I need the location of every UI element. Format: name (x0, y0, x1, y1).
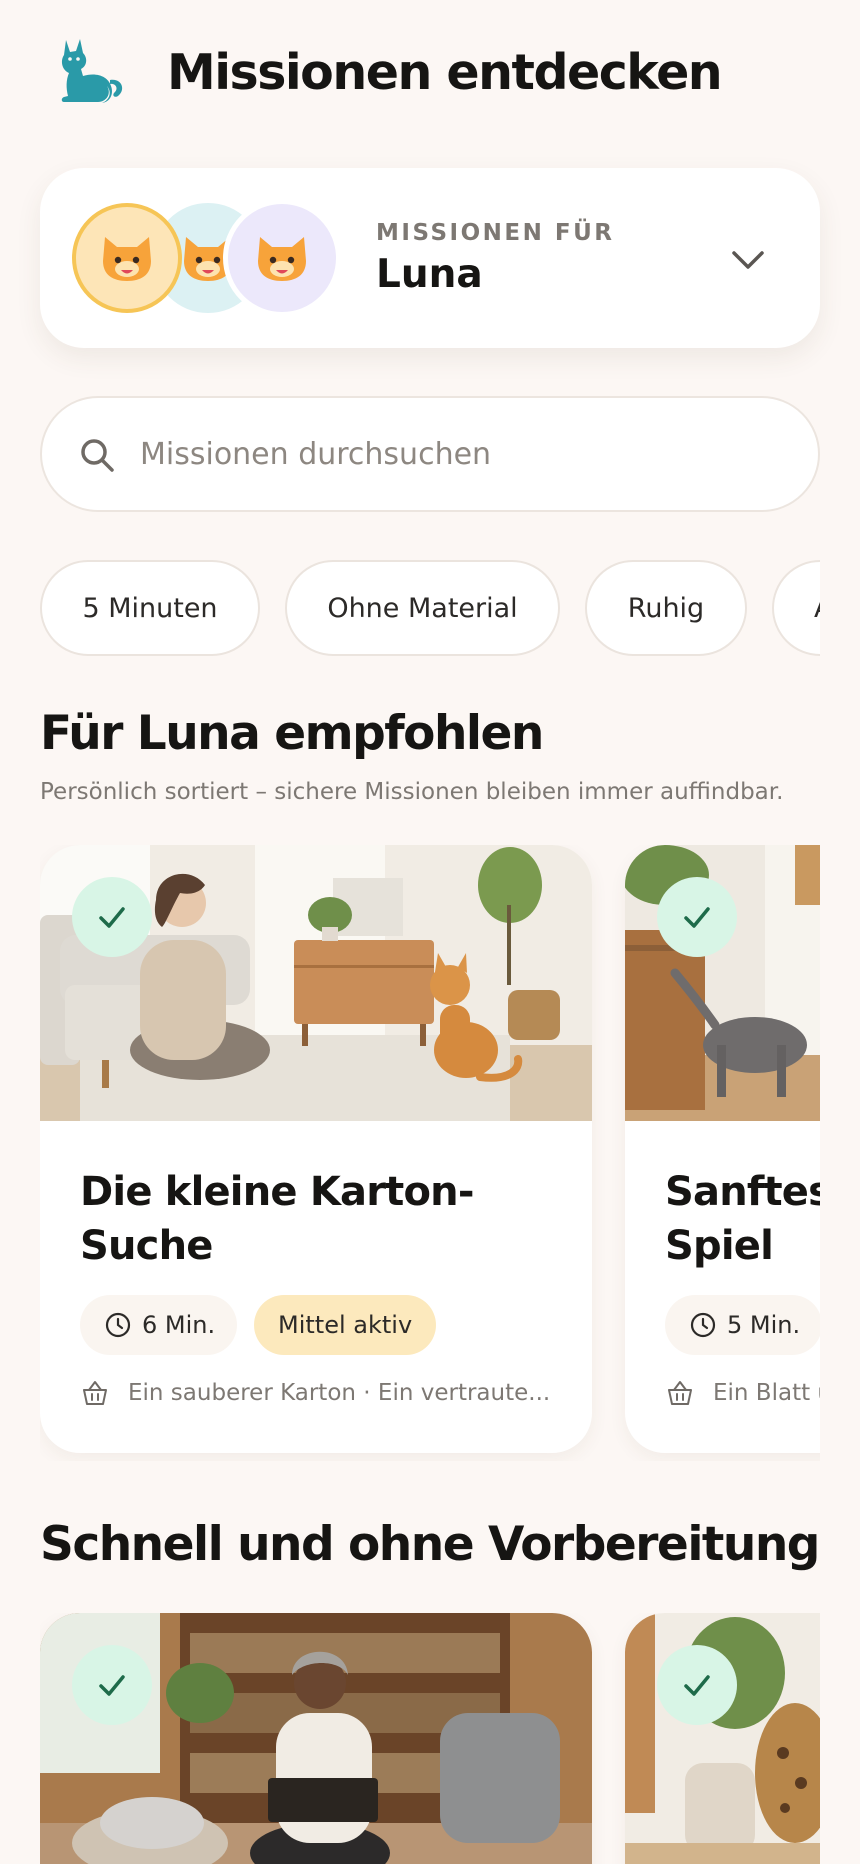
mission-card[interactable]: Die kleine Karton-Suche 6 Min. Mittel ak… (40, 845, 592, 1453)
section-title-quick: Schnell und ohne Vorbereitung (40, 1517, 820, 1572)
completed-check-badge (657, 1645, 737, 1725)
filter-chips: 5 Minuten Ohne Material Ruhig A (40, 560, 820, 658)
search-input[interactable] (140, 398, 780, 510)
mission-card[interactable] (625, 1613, 820, 1864)
chip-5-minuten[interactable]: 5 Minuten (40, 560, 260, 656)
search-bar[interactable] (40, 396, 820, 512)
materials-text: Ein sauberer Karton · Ein vertraute... (128, 1380, 551, 1406)
completed-check-badge (657, 877, 737, 957)
completed-check-badge (72, 877, 152, 957)
materials-text: Ein Blatt u (713, 1380, 820, 1406)
quick-carousel (40, 1613, 820, 1864)
mission-photo (625, 1613, 820, 1864)
chip-more[interactable]: A (772, 560, 820, 656)
clock-icon (690, 1312, 716, 1338)
completed-check-badge (72, 1645, 152, 1725)
search-icon (81, 439, 114, 472)
clock-icon (105, 1312, 131, 1338)
mission-title: Die kleine Karton-Suche (80, 1169, 474, 1269)
duration-badge: 5 Min. (665, 1295, 820, 1355)
avatar-selected (72, 203, 182, 313)
basket-icon (83, 1381, 107, 1405)
chip-ruhig[interactable]: Ruhig (585, 560, 747, 656)
basket-icon (668, 1381, 692, 1405)
materials-line: Ein Blatt u (665, 1373, 820, 1413)
mission-title: Sanftes Spiel (665, 1169, 820, 1269)
chip-ohne-material[interactable]: Ohne Material (285, 560, 560, 656)
check-icon (684, 1675, 710, 1696)
recommended-carousel: Die kleine Karton-Suche 6 Min. Mittel ak… (40, 845, 820, 1461)
materials-line: Ein sauberer Karton · Ein vertraute... (80, 1373, 560, 1413)
avatar (223, 199, 341, 317)
check-icon (99, 1675, 125, 1696)
activity-level-badge: Mittel aktiv (254, 1295, 437, 1355)
selector-label: MISSIONEN FÜR (376, 220, 615, 246)
section-title-recommended: Für Luna empfohlen (40, 706, 544, 761)
cat-selector[interactable]: MISSIONEN FÜR Luna (40, 168, 820, 348)
cat-face-icon (103, 237, 151, 281)
mission-card[interactable]: Sanftes Spiel 5 Min. Ein Blatt u (625, 845, 820, 1453)
section-subtitle: Persönlich sortiert – sichere Missionen … (40, 779, 784, 805)
page-title: Missionen entdecken (167, 44, 723, 101)
check-icon (684, 907, 710, 928)
duration-text: 6 Min. (142, 1311, 216, 1339)
duration-text: 5 Min. (727, 1311, 801, 1339)
check-icon (99, 907, 125, 928)
mission-card[interactable] (40, 1613, 592, 1864)
duration-badge: 6 Min. (80, 1295, 238, 1355)
selected-cat-name: Luna (376, 252, 483, 297)
app-header: Missionen entdecken (0, 0, 860, 150)
cat-face-icon (258, 237, 306, 281)
chevron-down-icon[interactable] (728, 240, 768, 280)
cat-logo-icon (61, 39, 123, 103)
